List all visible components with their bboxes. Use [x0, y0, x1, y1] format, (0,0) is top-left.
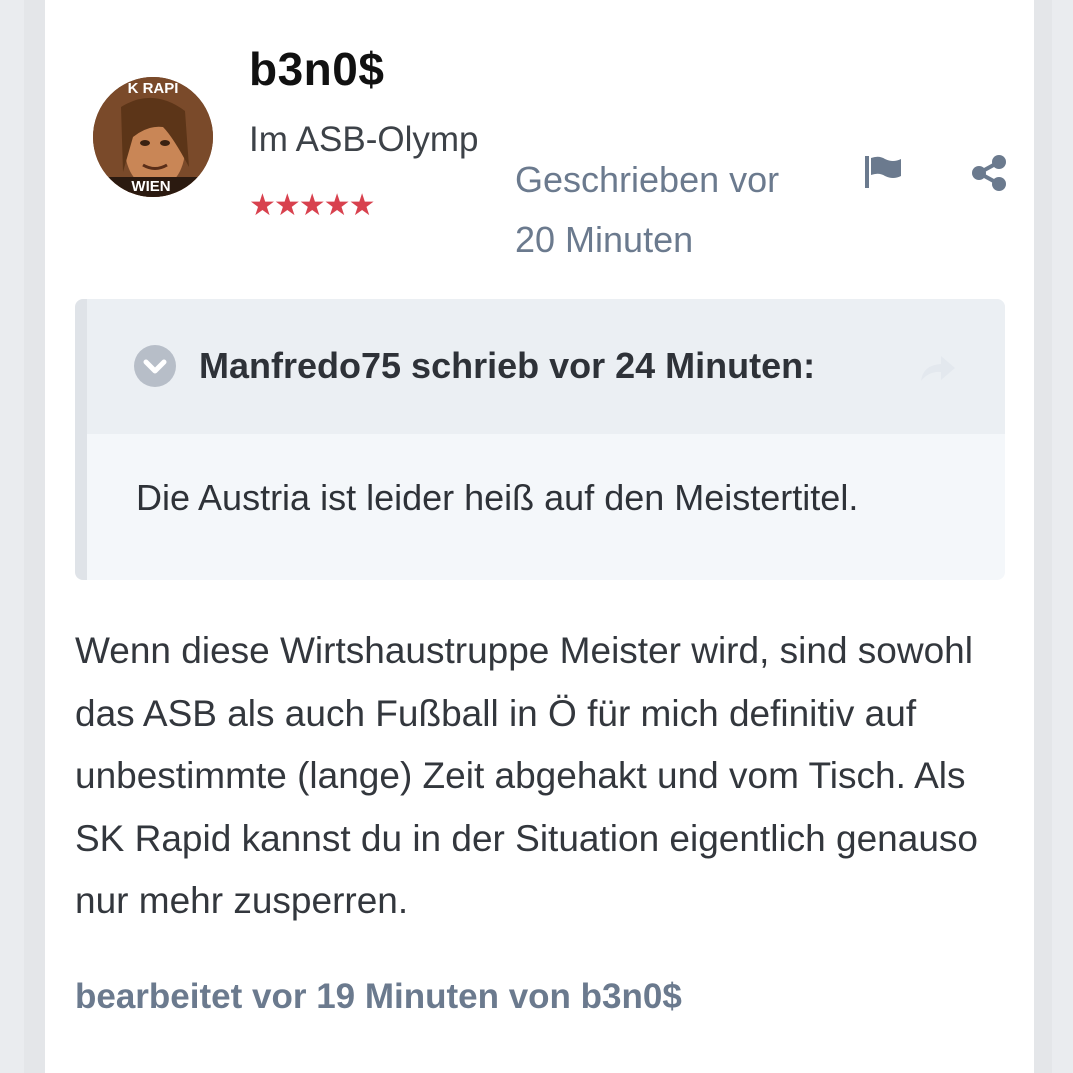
quote-header: Manfredo75 schrieb vor 24 Minuten:: [87, 299, 1005, 434]
quote-text: Die Austria ist leider heiß auf den Meis…: [136, 477, 859, 518]
edit-note: bearbeitet vor 19 Minuten von b3n0$: [75, 977, 682, 1016]
author-group: Im ASB-Olymp: [249, 120, 479, 159]
page-gutter-left: [0, 0, 24, 1073]
avatar-image: K RAPI WIEN: [93, 77, 213, 197]
forum-post: K RAPI WIEN b3n0$ Im ASB-Olymp ★★★★★ Ges…: [45, 0, 1034, 1073]
post-text: Wenn diese Wirtshaustruppe Meister wird,…: [75, 630, 978, 921]
share-icon[interactable]: [970, 154, 1008, 192]
avatar-text-bottom: WIEN: [131, 178, 170, 195]
page-gutter-left-inner: [24, 0, 45, 1073]
post-timestamp[interactable]: Geschrieben vor 20 Minuten: [515, 150, 815, 270]
page-gutter-right-inner: [1034, 0, 1052, 1073]
quote-block: Manfredo75 schrieb vor 24 Minuten: Die A…: [75, 299, 1005, 580]
author-name[interactable]: b3n0$: [249, 42, 384, 96]
page-gutter-right: [1052, 0, 1073, 1073]
share-arrow-icon[interactable]: [917, 351, 959, 387]
flag-icon[interactable]: [863, 154, 905, 190]
quote-citation[interactable]: Manfredo75 schrieb vor 24 Minuten:: [199, 345, 815, 387]
avatar[interactable]: K RAPI WIEN: [93, 77, 213, 197]
rank-stars: ★★★★★: [249, 188, 375, 223]
avatar-text-top: K RAPI: [128, 80, 179, 97]
post-content: Wenn diese Wirtshaustruppe Meister wird,…: [75, 620, 1005, 933]
chevron-down-circle-icon[interactable]: [134, 345, 176, 387]
